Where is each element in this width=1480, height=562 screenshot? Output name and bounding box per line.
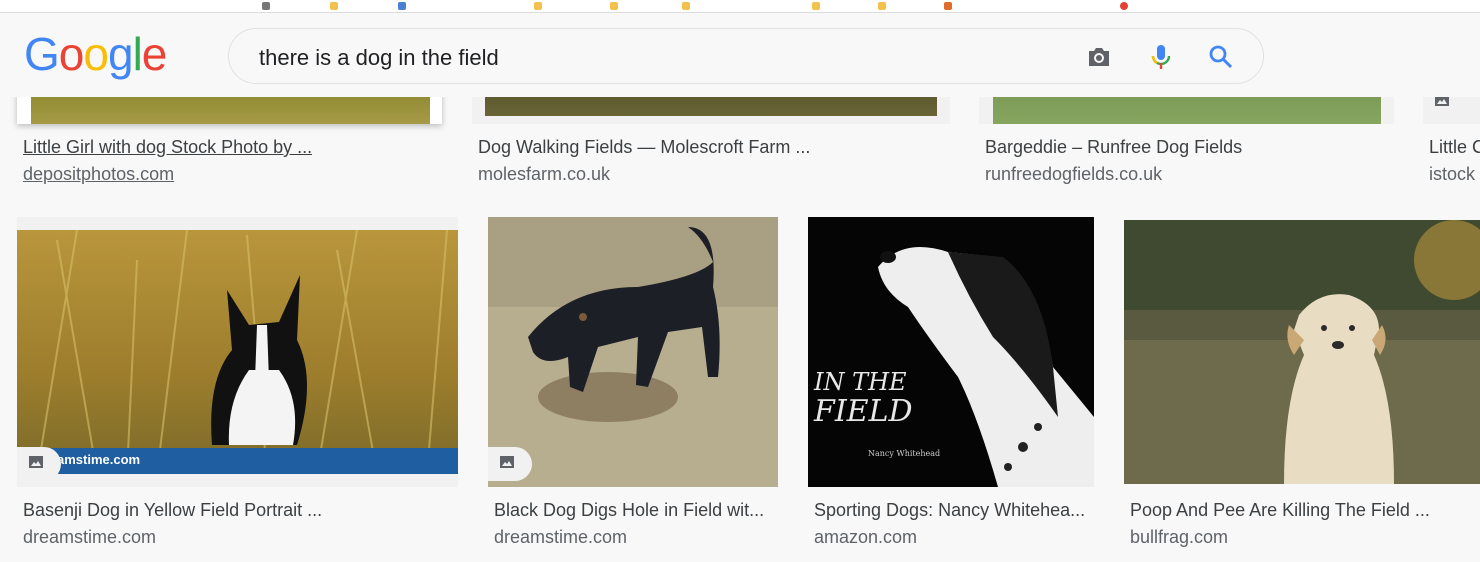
result-caption[interactable]: Little C: [1429, 137, 1480, 158]
logo-letter: g: [107, 28, 134, 80]
result-tile[interactable]: amstime.com Basenji Dog in Yellow Field …: [17, 217, 458, 557]
result-caption[interactable]: Bargeddie – Runfree Dog Fields: [985, 137, 1242, 158]
cover-author: Nancy Whitehead: [868, 449, 941, 458]
result-source[interactable]: bullfrag.com: [1130, 527, 1228, 548]
image-icon: [29, 456, 43, 468]
logo-letter: l: [132, 28, 143, 80]
result-source[interactable]: depositphotos.com: [23, 164, 174, 185]
bookmark-favicon[interactable]: [878, 2, 886, 10]
image-icon: [500, 456, 514, 468]
watermark-text: amstime.com: [57, 452, 141, 467]
bookmarks-bar: [0, 0, 1480, 13]
book-cover-photo: [808, 217, 1094, 487]
image-badge: [17, 447, 61, 481]
bookmark-favicon[interactable]: [330, 2, 338, 10]
google-logo[interactable]: Google: [24, 27, 168, 81]
search-input[interactable]: there is a dog in the field: [259, 45, 499, 71]
dog-photo: [1124, 220, 1480, 484]
dog-photo: [488, 217, 778, 487]
result-source[interactable]: dreamstime.com: [23, 527, 156, 548]
logo-letter: o: [83, 28, 109, 80]
logo-letter: G: [24, 28, 60, 80]
result-source[interactable]: amazon.com: [814, 527, 917, 548]
result-source[interactable]: molesfarm.co.uk: [478, 164, 610, 185]
result-image[interactable]: [488, 217, 778, 487]
cover-title-line: FIELD: [814, 394, 913, 429]
result-image[interactable]: [1124, 220, 1480, 484]
bookmark-favicon[interactable]: [262, 2, 270, 10]
search-icon[interactable]: [1207, 43, 1235, 71]
result-tile[interactable]: Poop And Pee Are Killing The Field ... b…: [1124, 217, 1480, 557]
logo-letter: o: [58, 28, 85, 80]
search-box[interactable]: there is a dog in the field: [228, 28, 1264, 84]
cover-title: IN THE FIELD: [814, 367, 913, 427]
result-caption[interactable]: Black Dog Digs Hole in Field wit...: [494, 500, 764, 521]
result-source[interactable]: dreamstime.com: [494, 527, 627, 548]
result-source[interactable]: istock: [1429, 164, 1475, 185]
logo-letter: e: [141, 28, 168, 80]
result-tile[interactable]: IN THE FIELD Nancy Whitehead Sporting Do…: [808, 217, 1094, 557]
result-caption[interactable]: Sporting Dogs: Nancy Whitehea...: [814, 500, 1085, 521]
bookmark-favicon[interactable]: [610, 2, 618, 10]
image-badge: [488, 447, 532, 481]
result-image[interactable]: amstime.com: [17, 217, 458, 487]
result-image[interactable]: IN THE FIELD Nancy Whitehead: [808, 217, 1094, 487]
camera-icon[interactable]: [1085, 43, 1113, 71]
bookmark-favicon[interactable]: [1120, 2, 1128, 10]
bookmark-favicon[interactable]: [944, 2, 952, 10]
result-tile[interactable]: Black Dog Digs Hole in Field wit... drea…: [488, 217, 778, 557]
result-caption[interactable]: Basenji Dog in Yellow Field Portrait ...: [23, 500, 322, 521]
bookmark-favicon[interactable]: [534, 2, 542, 10]
cover-title-line: IN THE: [814, 368, 907, 396]
bookmark-favicon[interactable]: [398, 2, 406, 10]
dog-photo: [17, 230, 458, 474]
result-caption[interactable]: Little Girl with dog Stock Photo by ...: [23, 137, 312, 158]
bookmark-favicon[interactable]: [682, 2, 690, 10]
search-header: Google there is a dog in the field: [0, 13, 1480, 97]
result-source[interactable]: runfreedogfields.co.uk: [985, 164, 1162, 185]
microphone-icon[interactable]: [1147, 43, 1175, 71]
bookmark-favicon[interactable]: [812, 2, 820, 10]
result-caption[interactable]: Dog Walking Fields — Molescroft Farm ...: [478, 137, 810, 158]
result-caption[interactable]: Poop And Pee Are Killing The Field ...: [1130, 500, 1430, 521]
